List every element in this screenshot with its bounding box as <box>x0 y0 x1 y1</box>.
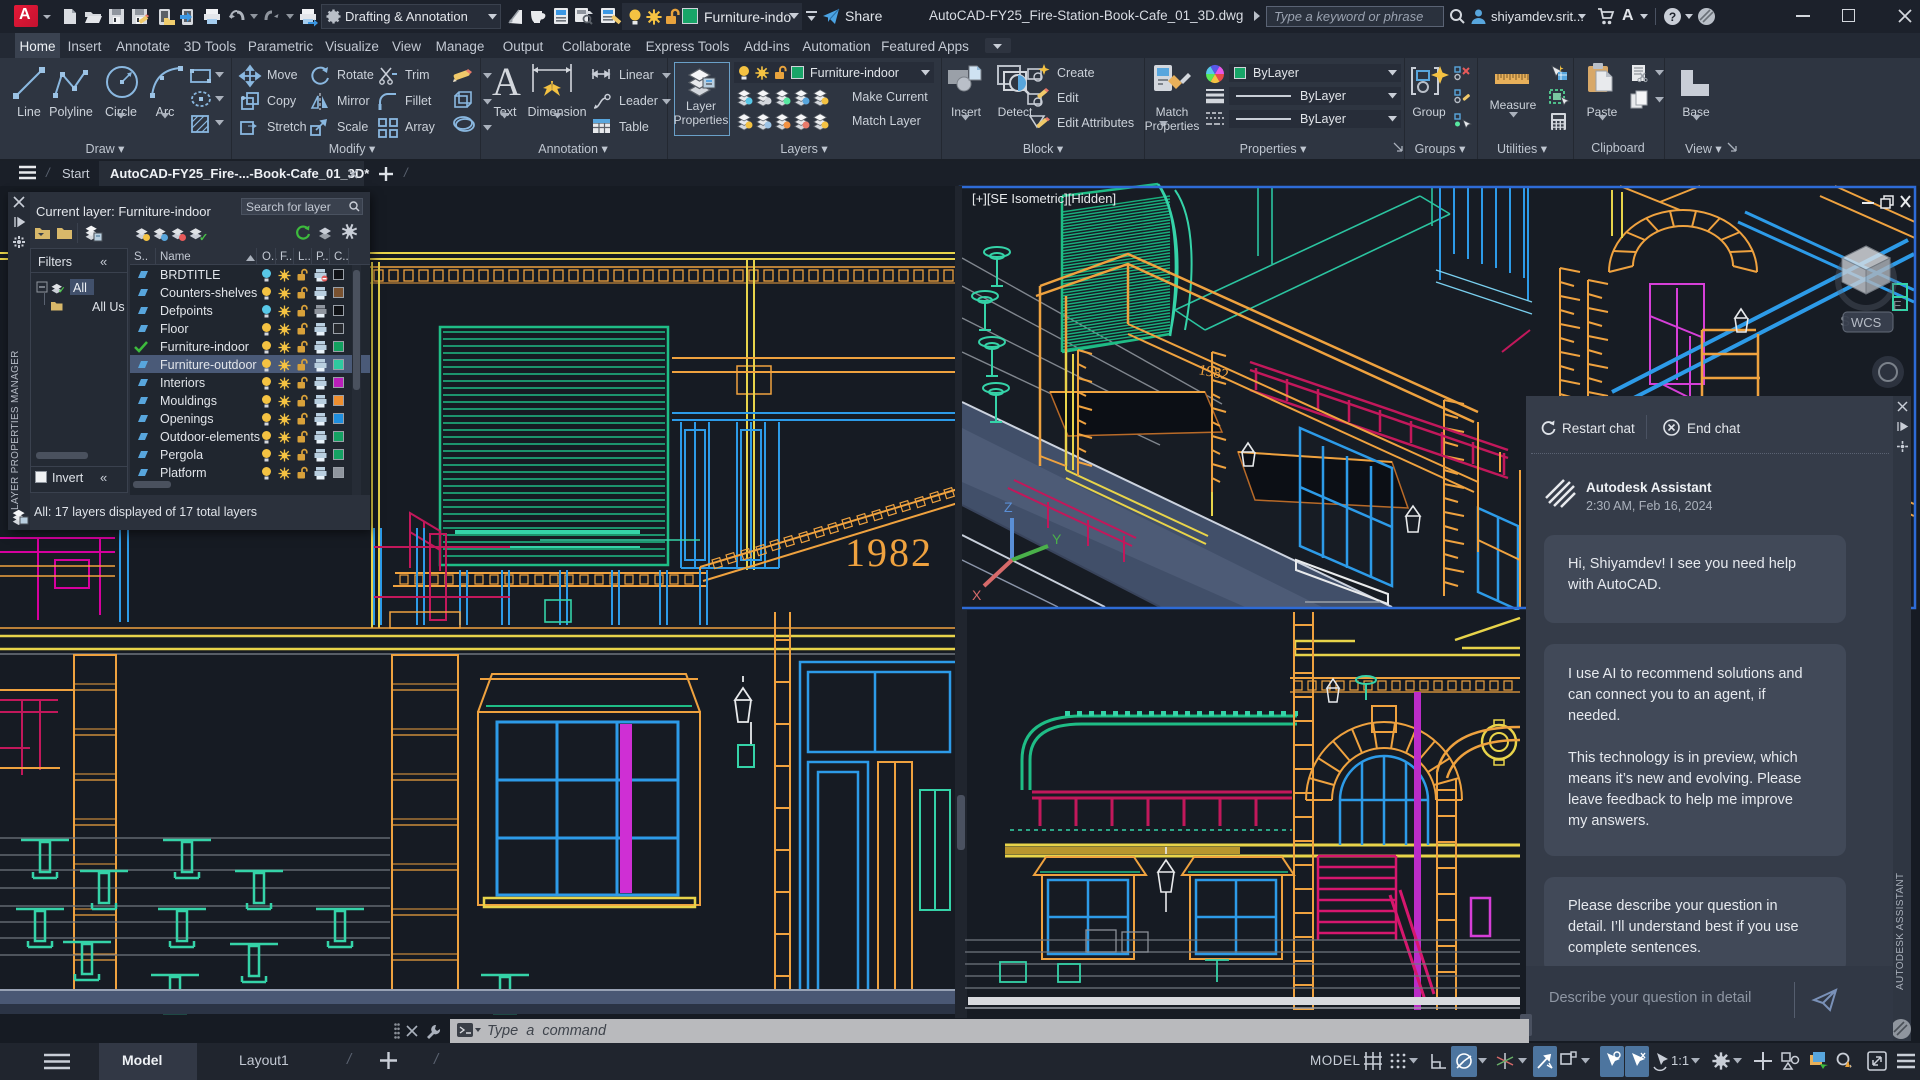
svg-text:✓: ✓ <box>199 232 208 244</box>
svg-text:!: ! <box>1849 1063 1851 1069</box>
svg-text:✓: ✓ <box>58 285 66 295</box>
